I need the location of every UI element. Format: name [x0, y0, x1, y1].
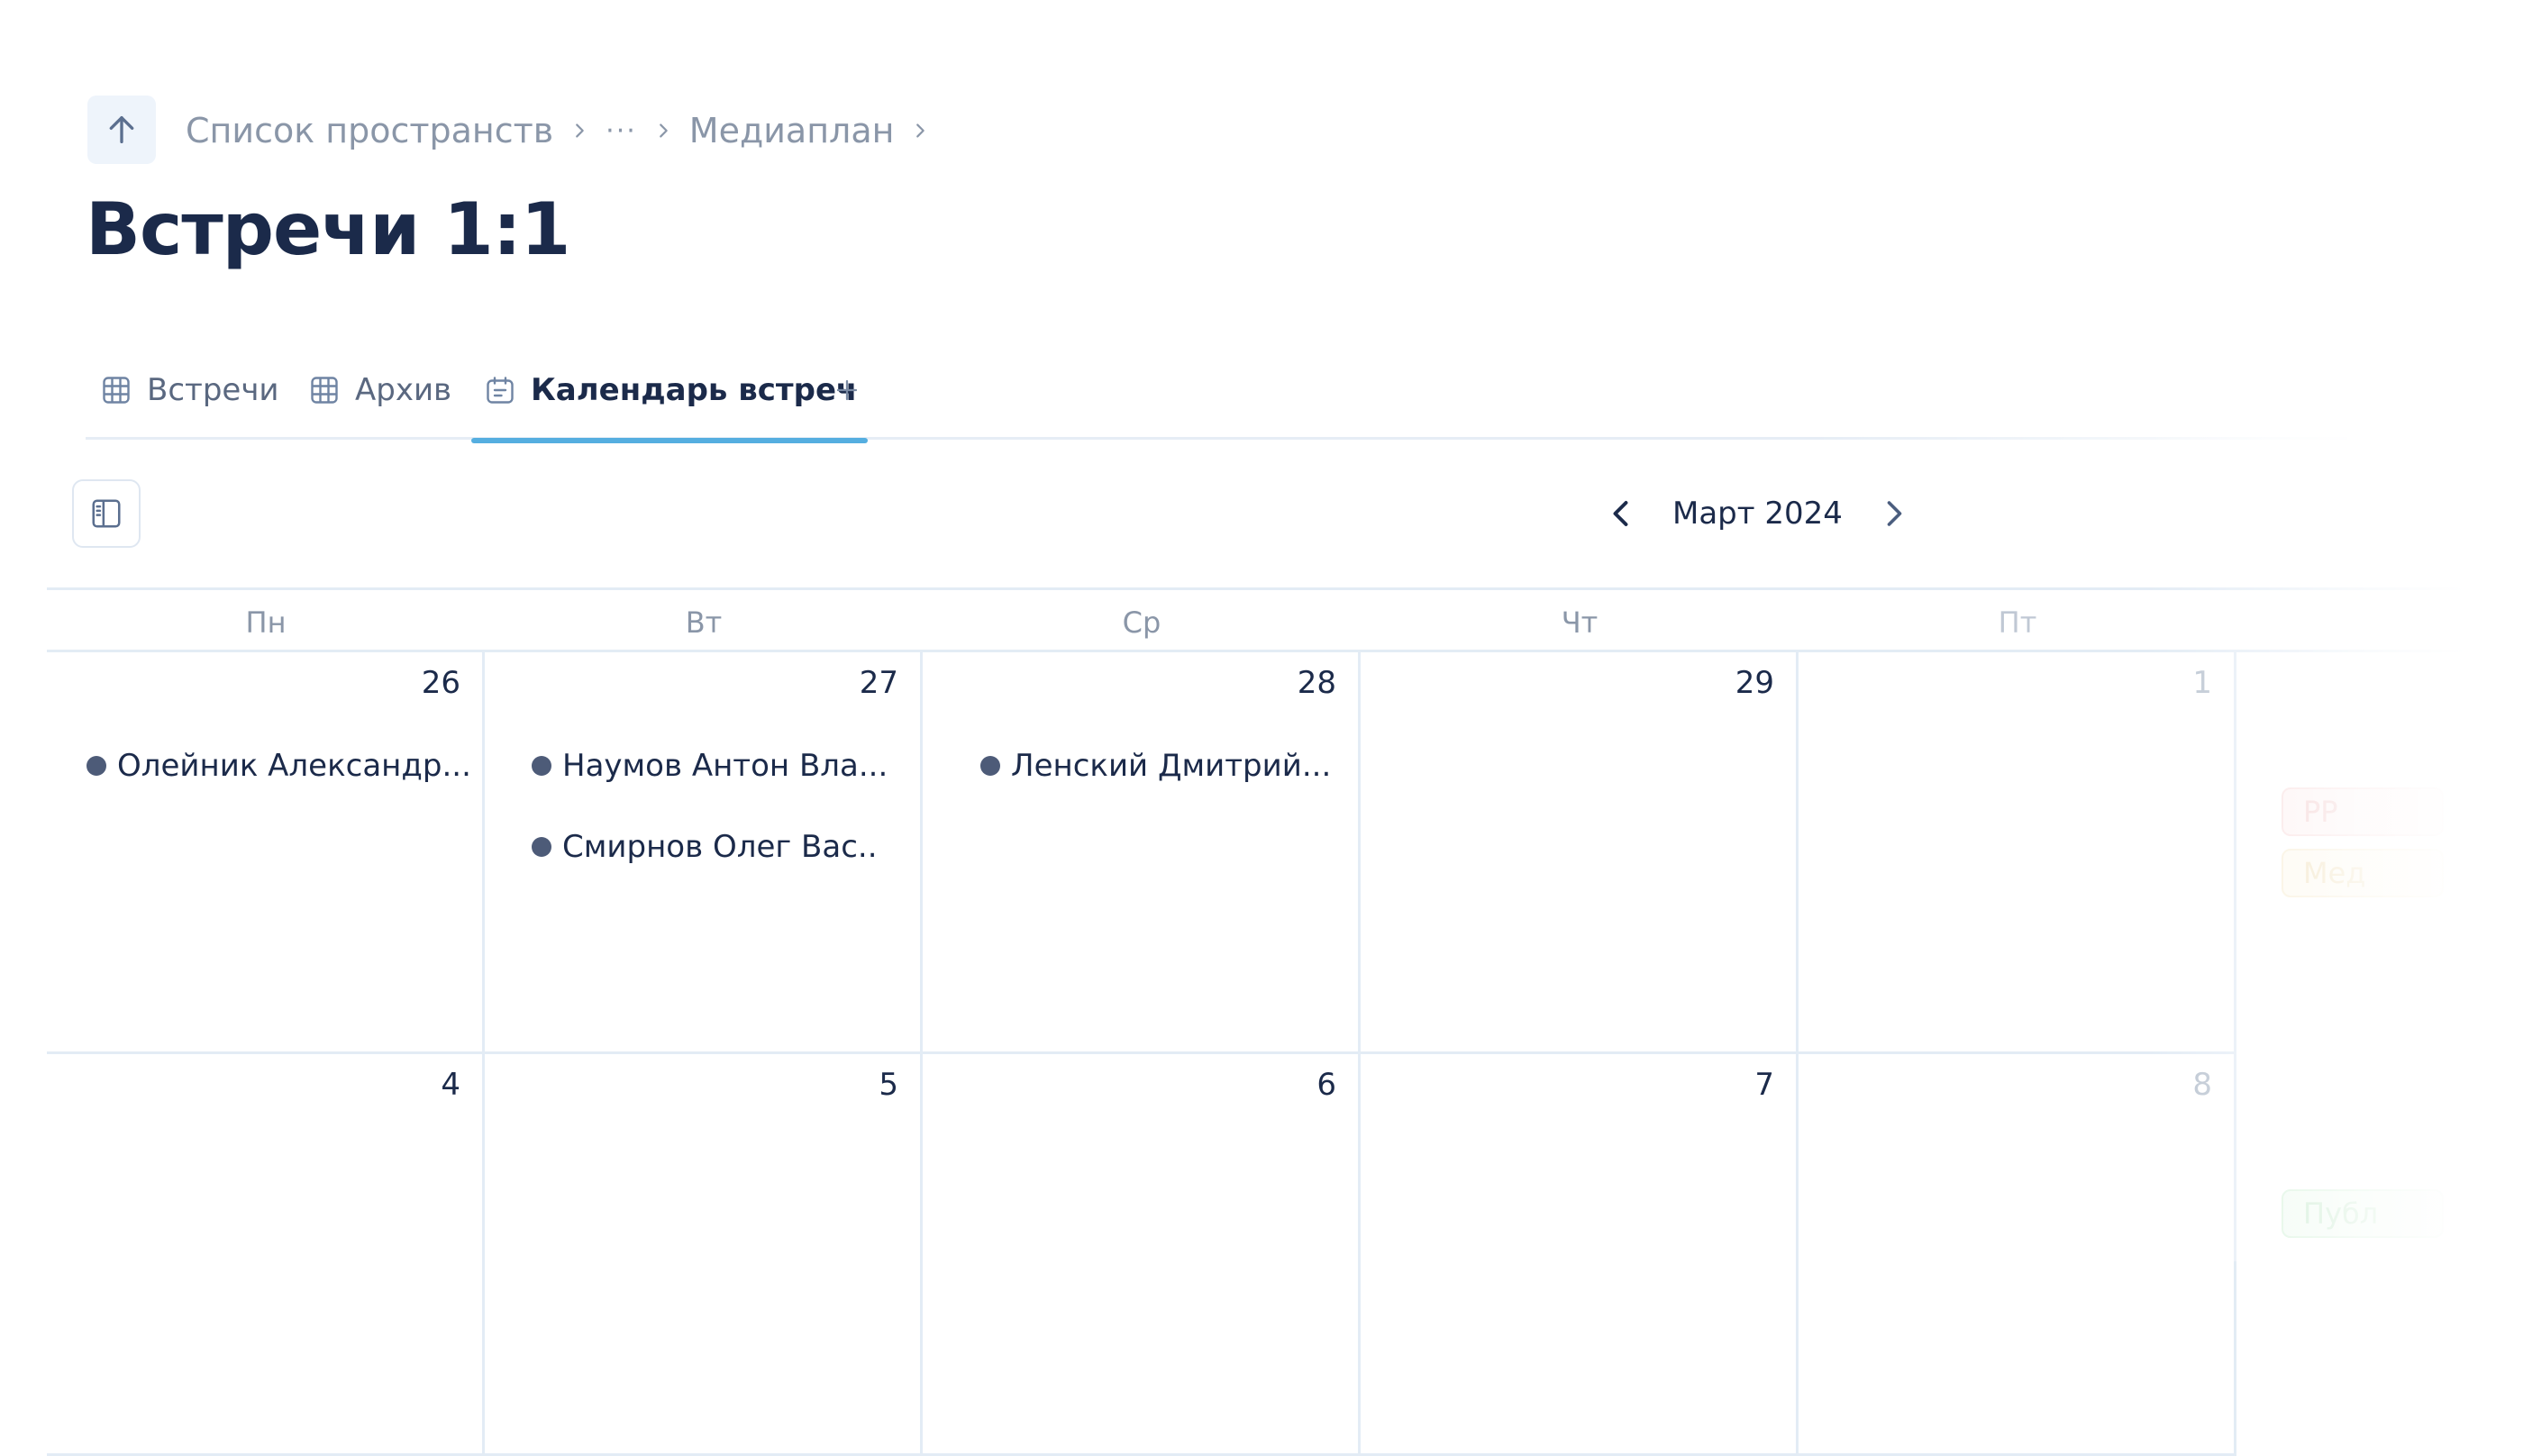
plus-icon: [836, 379, 858, 401]
tab-archive[interactable]: Архив: [308, 341, 451, 440]
event-title: Олейник Александр...: [117, 748, 471, 784]
day-number: 27: [859, 665, 898, 701]
event-title: Ленский Дмитрий...: [1011, 748, 1332, 784]
day-number: 8: [2192, 1067, 2212, 1103]
meeting-event[interactable]: Ленский Дмитрий...: [980, 748, 1331, 784]
weekend-event-tag[interactable]: РР: [2282, 787, 2444, 836]
navigate-up-button[interactable]: [87, 96, 156, 164]
table-icon: [100, 374, 132, 406]
meeting-event[interactable]: Олейник Александр...: [87, 748, 471, 784]
event-dot: [87, 756, 106, 776]
day-number: 26: [421, 665, 460, 701]
weekday-label: Пн: [245, 605, 287, 640]
arrow-up-icon: [109, 116, 134, 143]
day-cell[interactable]: 4: [47, 1054, 485, 1456]
tab-label: Встречи: [147, 372, 279, 408]
weekend-event-tag[interactable]: Публ: [2282, 1189, 2444, 1238]
chevron-left-icon: [1613, 501, 1628, 526]
previous-month-button[interactable]: [1595, 487, 1649, 541]
day-number: 5: [879, 1067, 898, 1103]
event-title: Смирнов Олег Вас..: [562, 829, 878, 865]
chevron-right-icon: [1887, 501, 1902, 526]
day-cell[interactable]: 26 Олейник Александр...: [47, 652, 485, 1054]
month-navigation: Март 2024: [1595, 487, 1920, 541]
breadcrumb-item-mediaplan[interactable]: Медиаплан: [689, 111, 895, 150]
sidebar-toggle-button[interactable]: [72, 479, 141, 548]
event-title: Наумов Антон Вла...: [562, 748, 888, 784]
day-cell[interactable]: 27 Наумов Антон Вла... Смирнов Олег Вас.…: [485, 652, 923, 1054]
tab-meeting-calendar[interactable]: Календарь встреч: [470, 341, 869, 443]
page-title: Встречи 1:1: [86, 187, 570, 271]
event-dot: [532, 837, 551, 857]
weekday-label: Ср: [1122, 605, 1161, 640]
weekday-label: Чт: [1561, 605, 1599, 640]
meeting-event[interactable]: Смирнов Олег Вас..: [532, 829, 878, 865]
next-month-button[interactable]: [1866, 487, 1920, 541]
day-cell[interactable]: 7: [1361, 1054, 1799, 1456]
day-number: 1: [2192, 665, 2212, 701]
chevron-right-icon: [569, 121, 589, 141]
day-number: 4: [441, 1067, 460, 1103]
weekday-label: Пт: [1998, 605, 2037, 640]
tab-label: Календарь встреч: [531, 372, 858, 408]
day-cell[interactable]: 5: [485, 1054, 923, 1456]
day-cell[interactable]: 29: [1361, 652, 1799, 1054]
table-icon: [308, 374, 341, 406]
day-number: 7: [1754, 1067, 1774, 1103]
tabs-fade: [1807, 341, 2347, 449]
sidebar-panel-icon: [92, 499, 121, 528]
breadcrumb-ellipsis[interactable]: ···: [606, 115, 637, 147]
event-dot: [980, 756, 1000, 776]
day-cell[interactable]: 8: [1799, 1054, 2236, 1456]
current-month-label: Март 2024: [1672, 496, 1843, 532]
weekday-header: Пн Вт Ср Чт Пт: [47, 587, 2523, 652]
add-tab-button[interactable]: [833, 341, 861, 440]
day-number: 29: [1735, 665, 1774, 701]
tab-label: Архив: [355, 372, 452, 408]
view-tabs: Встречи Архив Календарь встреч: [86, 341, 2347, 449]
day-cell[interactable]: 1: [1799, 652, 2236, 1054]
breadcrumb-item-spaces[interactable]: Список пространств: [186, 111, 553, 150]
event-dot: [532, 756, 551, 776]
weekend-event-tag[interactable]: Мед: [2282, 849, 2444, 897]
day-cell[interactable]: 6: [923, 1054, 1361, 1456]
day-number: 28: [1297, 665, 1336, 701]
day-number: 6: [1316, 1067, 1336, 1103]
tab-meetings[interactable]: Встречи: [100, 341, 279, 440]
chevron-right-icon: [910, 121, 930, 141]
weekday-label: Вт: [685, 605, 723, 640]
calendar-icon: [484, 374, 516, 406]
day-cell[interactable]: 28 Ленский Дмитрий...: [923, 652, 1361, 1054]
chevron-right-icon: [653, 121, 673, 141]
month-calendar: Пн Вт Ср Чт Пт 26 Олейник Александр... 2…: [47, 587, 2523, 1456]
meeting-event[interactable]: Наумов Антон Вла...: [532, 748, 888, 784]
breadcrumb: Список пространств ··· Медиаплан: [186, 104, 946, 158]
